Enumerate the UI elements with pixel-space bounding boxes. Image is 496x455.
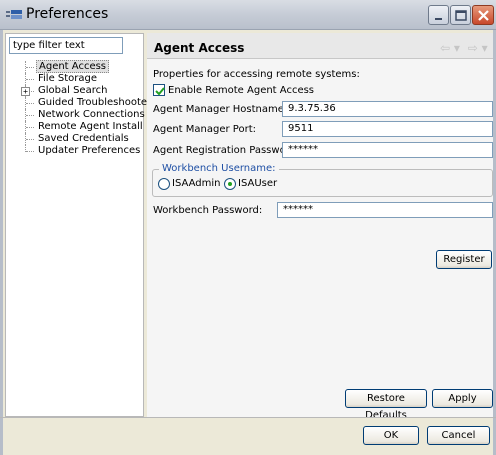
maximize-button[interactable] — [450, 5, 471, 25]
window-border-left — [0, 30, 3, 455]
ok-button[interactable]: OK — [363, 426, 419, 445]
tree-item-label: Remote Agent Install — [38, 121, 143, 132]
tree-item-agent-access[interactable]: Agent Access — [10, 60, 142, 73]
radio-isauser-label: ISAUser — [238, 178, 278, 189]
apply-button[interactable]: Apply — [432, 389, 493, 408]
tree-item-global-search[interactable]: + Global Search — [10, 85, 142, 97]
close-button[interactable] — [472, 5, 494, 25]
registration-password-field[interactable]: ****** — [282, 142, 493, 158]
radio-isauser[interactable] — [224, 178, 236, 190]
workbench-username-legend: Workbench Username: — [159, 163, 279, 174]
radio-isaadmin[interactable] — [158, 178, 170, 190]
page-title: Agent Access — [154, 41, 245, 55]
window-title: Preferences — [26, 6, 109, 22]
enable-remote-access-label: Enable Remote Agent Access — [168, 85, 315, 96]
port-label: Agent Manager Port: — [153, 124, 256, 135]
tree-item-label: Agent Access — [36, 60, 110, 73]
tree-item-saved-credentials[interactable]: Saved Credentials — [10, 133, 142, 145]
expand-icon[interactable]: + — [21, 87, 30, 96]
tree-item-label: Guided Troubleshooter — [38, 97, 152, 108]
restore-defaults-button[interactable]: Restore Defaults — [345, 389, 427, 421]
preferences-icon — [6, 9, 22, 21]
tree-item-label: Saved Credentials — [38, 133, 129, 144]
workbench-password-label: Workbench Password: — [153, 205, 263, 216]
minimize-button[interactable] — [428, 5, 449, 25]
tree-item-network-connections[interactable]: Network Connections — [10, 109, 145, 121]
tree-item-label: Network Connections — [38, 109, 145, 120]
dialog-footer — [3, 418, 493, 455]
page-description: Properties for accessing remote systems: — [153, 69, 360, 80]
hostname-field[interactable]: 9.3.75.36 — [282, 101, 493, 117]
tree-item-label: Global Search — [38, 85, 108, 96]
history-navigation: ⇦ ▾ ⇨ ▾ — [440, 41, 490, 55]
hostname-label: Agent Manager Hostname: — [153, 104, 288, 115]
cancel-button[interactable]: Cancel — [427, 426, 490, 445]
register-button[interactable]: Register — [436, 250, 492, 269]
tree-item-file-storage[interactable]: File Storage — [10, 73, 142, 85]
radio-isaadmin-label: ISAAdmin — [172, 178, 221, 189]
title-bar[interactable]: Preferences — [0, 0, 496, 30]
registration-password-label: Agent Registration Password: — [153, 145, 300, 156]
workbench-password-field[interactable]: ****** — [277, 202, 493, 218]
tree-item-label: Updater Preferences — [38, 145, 141, 156]
forward-arrow-icon[interactable]: ⇨ ▾ — [468, 41, 488, 55]
port-field[interactable]: 9511 — [282, 121, 493, 137]
check-icon — [155, 87, 165, 96]
tree-item-label: File Storage — [38, 73, 98, 84]
tree-item-updater-preferences[interactable]: Updater Preferences — [10, 145, 142, 157]
filter-input[interactable] — [9, 37, 123, 54]
tree-item-guided-troubleshooter[interactable]: Guided Troubleshooter — [10, 97, 151, 109]
enable-remote-access-checkbox[interactable] — [153, 84, 165, 96]
back-arrow-icon[interactable]: ⇦ ▾ — [440, 41, 460, 55]
tree-item-remote-agent-install[interactable]: Remote Agent Install — [10, 121, 143, 133]
preference-tree: Agent Access File Storage + Global Searc… — [10, 60, 151, 157]
